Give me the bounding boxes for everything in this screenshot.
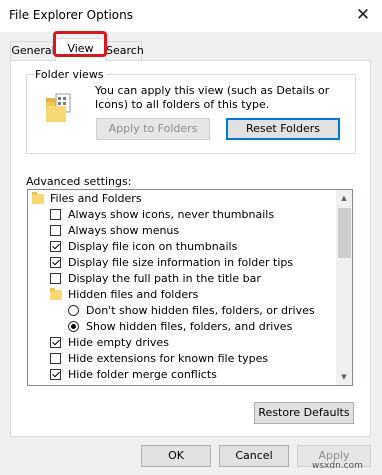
tree-item-label: Hide extensions for known file types [68,352,269,365]
folder-icon [32,192,44,204]
tree-item-label: Always show icons, never thumbnails [68,208,275,221]
reset-folders-button[interactable]: Reset Folders [226,118,340,140]
folder-views-icon [46,93,71,122]
tree-item-label: Don't show hidden files, folders, or dri… [86,304,315,317]
ok-button[interactable]: OK [141,445,211,467]
watermark: wsxdn.com [312,461,363,471]
tree-item-label: Display the full path in the title bar [68,272,261,285]
close-icon[interactable]: ✕ [352,4,374,26]
radio[interactable] [68,305,79,316]
tree-item-label: Files and Folders [50,192,142,205]
scroll-down-icon[interactable]: ▼ [336,369,352,385]
tree-item-label: Show hidden files, folders, and drives [86,320,293,333]
restore-defaults-button[interactable]: Restore Defaults [254,402,354,424]
checked-checkbox[interactable] [50,337,61,348]
selected-radio[interactable] [68,321,79,332]
advanced-settings-list[interactable]: Files and Folders Always show icons, neve… [27,189,353,386]
checked-checkbox[interactable] [50,241,61,252]
checkbox[interactable] [50,273,61,284]
scrollbar-thumb[interactable] [338,208,351,258]
tree-item-label: Hide empty drives [68,336,169,349]
cancel-button[interactable]: Cancel [219,445,289,467]
tab-highlight-annotation [53,31,107,57]
folder-views-label: Folder views [33,68,106,81]
tree-item-label: Display file icon on thumbnails [68,240,238,253]
checked-checkbox[interactable] [50,369,61,380]
tab-search[interactable]: Search [105,41,144,60]
window-title: File Explorer Options [9,8,133,22]
apply-to-folders-button[interactable]: Apply to Folders [96,118,210,140]
tab-general[interactable]: General [10,41,56,60]
checked-checkbox[interactable] [50,257,61,268]
advanced-settings-label: Advanced settings: [26,175,132,188]
scroll-up-icon[interactable]: ▲ [336,190,352,206]
folder-views-description: You can apply this view (such as Details… [95,84,330,111]
checkbox[interactable] [50,209,61,220]
folder-icon [50,288,62,300]
tree-item-label: Display file size information in folder … [68,256,294,269]
tree-item-label: Always show menus [68,224,180,237]
tree-item-label: Hide folder merge conflicts [68,368,217,381]
checkbox[interactable] [50,225,61,236]
checkbox[interactable] [50,353,61,364]
tree-item-label: Hidden files and folders [68,288,199,301]
